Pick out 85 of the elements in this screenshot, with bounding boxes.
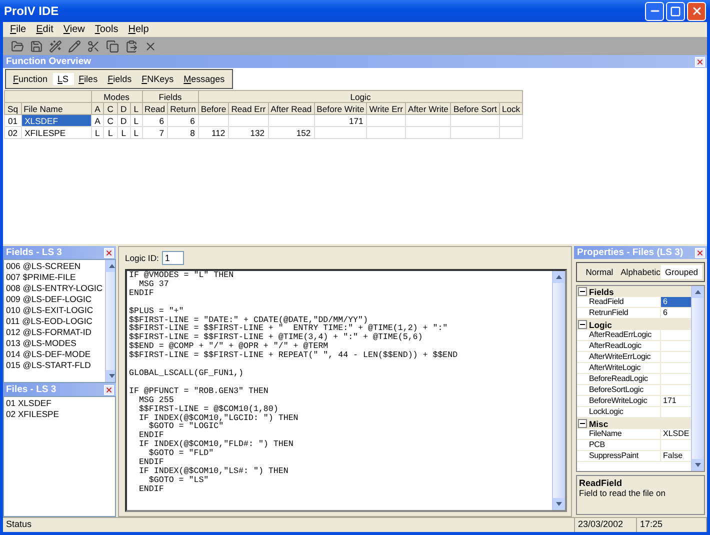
- pencil-icon[interactable]: [66, 38, 82, 54]
- list-item[interactable]: 012 @LS-FORMAT-ID: [6, 327, 103, 338]
- column-header: File Name: [21, 102, 92, 114]
- table-cell: [450, 114, 500, 126]
- close-icon[interactable]: [104, 384, 114, 394]
- collapse-icon[interactable]: [578, 320, 587, 329]
- list-item[interactable]: 007 $PRIME-FILE: [6, 272, 103, 283]
- minimize-button[interactable]: [645, 2, 664, 20]
- column-header: After Read: [268, 102, 314, 114]
- menu-item[interactable]: Edit: [31, 24, 58, 35]
- group-header: Fields: [142, 90, 198, 102]
- list-item[interactable]: 013 @LS-MODES: [6, 338, 103, 349]
- logic-id-field[interactable]: 1: [162, 251, 184, 265]
- table-cell: [406, 126, 451, 138]
- list-item[interactable]: 008 @LS-ENTRY-LOGIC: [6, 283, 103, 294]
- list-item[interactable]: 014 @LS-DEF-MODE: [6, 349, 103, 360]
- scrollbar[interactable]: [552, 271, 565, 510]
- menu-item[interactable]: Tools: [90, 24, 124, 35]
- group-label: Misc: [589, 418, 608, 428]
- list-item[interactable]: 006 @LS-SCREEN: [6, 261, 103, 272]
- table-cell: 171: [314, 114, 367, 126]
- panel-title: Fields - LS 3: [6, 247, 62, 258]
- table-cell: 02: [4, 126, 22, 138]
- table-cell: XLSDEF: [21, 114, 92, 126]
- list-item[interactable]: 009 @LS-DEF-LOGIC: [6, 294, 103, 305]
- table-cell: [314, 126, 367, 138]
- column-header: Sq: [4, 102, 22, 114]
- code-text: IF @VMODES = "L" THEN MSG 37 ENDIF $PLUS = "+" $$FIRST-LINE = "DATE:" + CDATE(@DATE,"DD/MM/YY") $$FIRST-LINE = $$FIRST-LINE + " ENTRY TIME:" + @TIME(1,2) + ":" $$FIRST-LINE = $$FIRST-LINE + @TIME(3,4) + ":" + @TIME(5,6) $$END = @COMP + "/" + @OPR + "/" + @TERM $$FIRST-LINE = $$FIRST-LINE + REPEAT(" ", 44 - LEN($$END)) + $$END GLOBAL_LSCALL(GF_FUN1,) IF @PFUNCT = "ROB.GEN3" THEN MSG 255 $$FIRST-LINE = @$COM10(1,80) IF INDEX(@$COM10,"LGCID: ") THEN $GOTO = "LOGIC" ENDIF IF INDEX(@$COM10,"FLD#: ") THEN $GOTO = "FLD" ENDIF IF INDEX(@$COM10,"LS#: ") THEN $GOTO = "LS" ENDIF: [128, 271, 459, 496]
- list-item[interactable]: 011 @LS-EOD-LOGIC: [6, 316, 103, 327]
- scroll-down-icon[interactable]: [106, 370, 115, 382]
- table-cell: 01: [4, 114, 22, 126]
- help-title: ReadField: [579, 478, 624, 488]
- property-value[interactable]: 6: [661, 297, 691, 307]
- table-cell: [450, 126, 500, 138]
- help-text: Field to read the file on: [579, 488, 666, 498]
- tab[interactable]: LS: [52, 73, 74, 85]
- wand-icon[interactable]: [47, 38, 63, 54]
- column-header: Before Write: [314, 102, 367, 114]
- collapse-icon[interactable]: [578, 287, 587, 296]
- close-icon[interactable]: [695, 56, 705, 66]
- scrollbar[interactable]: [104, 260, 115, 382]
- scissors-icon[interactable]: [85, 38, 101, 54]
- close-icon[interactable]: [104, 248, 114, 258]
- panel-title: Properties - Files (LS 3): [577, 247, 684, 258]
- table-cell: 152: [268, 126, 314, 138]
- column-header: Before Sort: [450, 102, 500, 114]
- scroll-up-icon[interactable]: [692, 286, 704, 298]
- scroll-up-icon[interactable]: [553, 271, 565, 283]
- group-label: Fields: [589, 286, 614, 296]
- status-text: Status: [3, 518, 575, 532]
- collapse-icon[interactable]: [578, 419, 587, 428]
- property-value[interactable]: XLSDE: [661, 429, 691, 439]
- panel-title: Function Overview: [6, 56, 91, 67]
- column-header: After Write: [406, 102, 451, 114]
- scrollbar[interactable]: [691, 286, 704, 471]
- group-header: Logic: [198, 90, 523, 102]
- scroll-up-icon[interactable]: [106, 260, 115, 272]
- panel-title: Files - LS 3: [6, 384, 56, 395]
- maximize-icon[interactable]: [670, 6, 681, 16]
- list-item[interactable]: 015 @LS-START-FLD: [6, 360, 103, 371]
- close-button[interactable]: [687, 2, 706, 20]
- status-text: 23/03/2002: [575, 518, 637, 532]
- list-item[interactable]: 01 XLSDEF: [6, 398, 113, 409]
- menu-item[interactable]: View: [58, 24, 90, 35]
- window-title: ProIV IDE: [4, 4, 60, 18]
- field-label: Logic ID:: [125, 253, 159, 263]
- table-cell: [268, 114, 314, 126]
- group-header: Modes: [91, 90, 142, 102]
- close-icon[interactable]: [695, 248, 705, 258]
- scroll-down-icon[interactable]: [553, 498, 565, 510]
- group-label: Logic: [589, 320, 612, 330]
- menu-item[interactable]: Help: [123, 24, 154, 35]
- save-icon[interactable]: [28, 38, 44, 54]
- list-item[interactable]: 02 XFILESPE: [6, 409, 113, 420]
- copy-icon[interactable]: [104, 38, 120, 54]
- close-icon[interactable]: [690, 5, 702, 17]
- menu-item[interactable]: File: [5, 24, 32, 35]
- table-cell: [406, 114, 451, 126]
- list-item[interactable]: 010 @LS-EXIT-LOGIC: [6, 305, 103, 316]
- table-cell: XFILESPE: [21, 126, 92, 138]
- tab[interactable]: Grouped: [661, 265, 702, 279]
- folder-icon[interactable]: [9, 38, 25, 54]
- maximize-button[interactable]: [666, 2, 685, 20]
- scroll-down-icon[interactable]: [692, 459, 704, 471]
- status-text: 17:25: [637, 518, 707, 532]
